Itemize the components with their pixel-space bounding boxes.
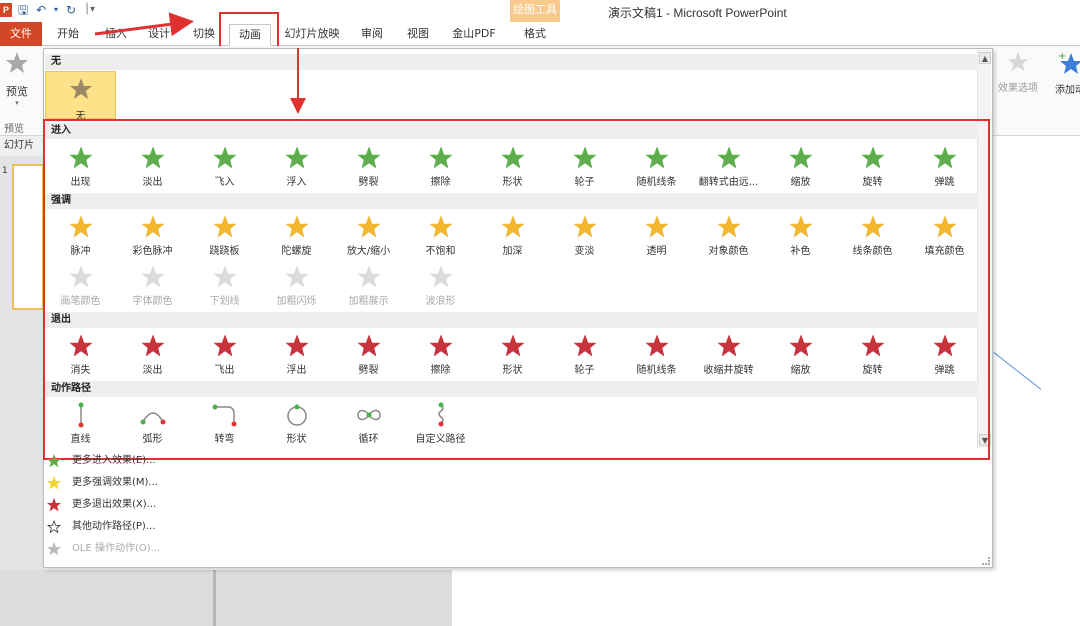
tab-file[interactable]: 文件 <box>0 22 42 46</box>
svg-text:+: + <box>1058 51 1066 62</box>
tab-home[interactable]: 开始 <box>52 24 84 46</box>
effect-options-label: 效果选项 <box>998 83 1038 94</box>
section-none-header: 无 <box>45 54 978 70</box>
tab-format[interactable]: 格式 <box>514 24 556 46</box>
menu-item-label: 更多退出效果(X)... <box>72 499 157 510</box>
gray-star-icon <box>69 78 92 99</box>
menu-item-label: 更多进入效果(E)... <box>72 455 156 466</box>
animations-tab-highlight <box>219 12 279 48</box>
slides-pane-header[interactable]: 幻灯片 <box>0 136 44 156</box>
red-star-icon <box>47 498 61 512</box>
add-animation-label: 添加动 <box>1055 85 1080 96</box>
tab-review[interactable]: 审阅 <box>356 24 388 46</box>
effect-options-button[interactable]: 效果选项 <box>994 50 1042 94</box>
menu-item-5: OLE 操作动作(O)... <box>45 539 945 559</box>
yellow-star-icon <box>47 476 61 490</box>
slide-thumbnail[interactable] <box>12 164 44 310</box>
undo-icon[interactable]: ↶ <box>36 3 46 17</box>
drawing-tools-context: 绘图工具 <box>510 0 560 22</box>
add-animation-button[interactable]: + 添加动 <box>1046 50 1080 96</box>
add-animation-star-icon: + <box>1058 51 1080 74</box>
save-icon[interactable]: 🖫 <box>18 3 28 17</box>
preview-group-label: 预览 <box>4 124 24 135</box>
menu-item-1[interactable]: 更多进入效果(E)... <box>45 451 945 471</box>
pane-divider[interactable] <box>213 570 216 626</box>
menu-item-2[interactable]: 更多强调效果(M)... <box>45 473 945 493</box>
powerpoint-app-icon[interactable]: P <box>0 3 12 17</box>
ole-icon <box>47 542 61 556</box>
slide-number: 1 <box>2 166 8 176</box>
effects-highlight-frame <box>43 119 990 460</box>
green-star-icon <box>47 454 61 468</box>
tab-view[interactable]: 视图 <box>402 24 434 46</box>
effect-none[interactable]: 无 <box>45 71 116 122</box>
notes-area <box>0 570 452 626</box>
preview-label: 预览 <box>6 85 28 98</box>
tab-slideshow[interactable]: 幻灯片放映 <box>282 24 342 46</box>
window-title: 演示文稿1 - Microsoft PowerPoint <box>608 6 787 20</box>
tab-insert[interactable]: 插入 <box>100 24 132 46</box>
preview-button[interactable]: 预览 ▾ <box>0 50 34 110</box>
preview-star-icon <box>6 52 28 73</box>
redo-icon[interactable]: ↻ <box>66 3 76 17</box>
tab-design[interactable]: 设计 <box>143 24 175 46</box>
customize-qa-icon[interactable]: │▾ <box>84 3 95 17</box>
undo-dropdown-icon[interactable]: ▾ <box>54 3 58 17</box>
slide-canvas[interactable] <box>992 136 1080 626</box>
menu-item-label: 其他动作路径(P)... <box>72 521 156 532</box>
resize-grip[interactable] <box>982 557 990 565</box>
tab-transitions[interactable]: 切换 <box>188 24 220 46</box>
scroll-up-icon[interactable]: ▲ <box>979 52 991 64</box>
title-bar: P 🖫 ↶ ▾ ↻ │▾ 绘图工具 演示文稿1 - Microsoft Powe… <box>0 0 1080 22</box>
context-tools-label: 绘图工具 <box>513 3 557 16</box>
ribbon-tabs: 文件 开始 插入 设计 切换 动画 幻灯片放映 审阅 视图 金山PDF 格式 <box>0 22 1080 46</box>
tab-kingsoft-pdf[interactable]: 金山PDF <box>448 24 500 46</box>
menu-item-4[interactable]: 其他动作路径(P)... <box>45 517 945 537</box>
menu-item-label: 更多强调效果(M)... <box>72 477 158 488</box>
menu-item-3[interactable]: 更多退出效果(X)... <box>45 495 945 515</box>
outline-star-icon <box>47 520 61 534</box>
preview-dropdown-icon: ▾ <box>15 99 19 107</box>
menu-item-label: OLE 操作动作(O)... <box>72 543 161 554</box>
effect-options-star-icon <box>1007 51 1029 72</box>
